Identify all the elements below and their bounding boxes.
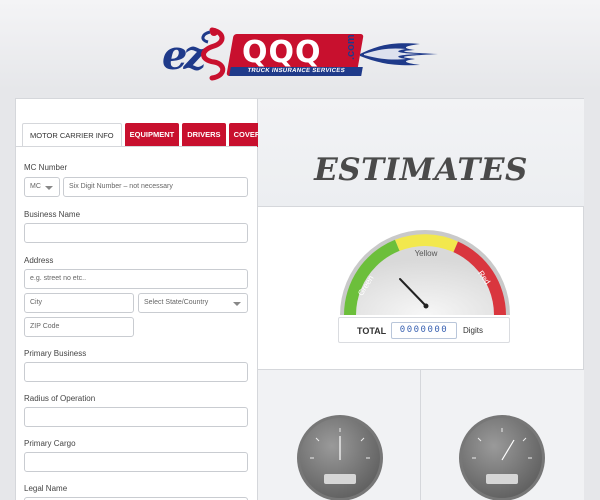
tab-motor-carrier-info[interactable]: MOTOR CARRIER INFO xyxy=(22,123,122,147)
form-tabs: MOTOR CARRIER INFO EQUIPMENT DRIVERS COV… xyxy=(22,123,287,147)
sub-gauge-left xyxy=(297,415,383,500)
logo-tagline: TRUCK INSURANCE SERVICES xyxy=(229,67,363,76)
total-display: TOTAL 0000000 Digits xyxy=(338,317,510,343)
tab-equipment[interactable]: EQUIPMENT xyxy=(124,123,180,147)
radius-of-operation-input[interactable] xyxy=(24,407,248,427)
sub-gauge-right xyxy=(459,415,545,500)
gauge-label-yellow: Yellow xyxy=(415,249,438,258)
estimates-header: ESTIMATES xyxy=(258,99,584,207)
business-name-input[interactable] xyxy=(24,223,248,243)
estimates-panel: ESTIMATES Green Yellow Red TOTAL 0000000… xyxy=(258,98,584,500)
address-label: Address xyxy=(24,256,54,265)
flames-icon xyxy=(360,43,438,66)
radius-of-operation-label: Radius of Operation xyxy=(24,394,96,403)
risk-gauge: Green Yellow Red xyxy=(340,230,510,315)
total-label: TOTAL xyxy=(357,326,387,336)
primary-business-input[interactable] xyxy=(24,362,248,382)
city-input[interactable]: City xyxy=(24,293,134,313)
estimates-title: ESTIMATES xyxy=(314,152,528,188)
primary-cargo-label: Primary Cargo xyxy=(24,439,76,448)
primary-business-label: Primary Business xyxy=(24,349,87,358)
logo-domain-suffix: .com xyxy=(345,34,357,60)
sub-gauges-area xyxy=(258,369,584,500)
carrier-form-panel: MOTOR CARRIER INFO EQUIPMENT DRIVERS COV… xyxy=(15,98,287,500)
tab-drivers[interactable]: DRIVERS xyxy=(182,123,226,147)
mc-number-label: MC Number xyxy=(24,163,68,172)
state-country-select[interactable]: Select State/Country xyxy=(138,293,248,313)
digits-unit-label: Digits xyxy=(463,326,484,335)
zip-code-input[interactable]: ZIP Code xyxy=(24,317,134,337)
sub-gauge-left-readout xyxy=(324,474,356,484)
primary-cargo-input[interactable] xyxy=(24,452,248,472)
business-name-label: Business Name xyxy=(24,210,81,219)
sub-gauge-right-readout xyxy=(486,474,518,484)
risk-gauge-area: Green Yellow Red xyxy=(258,207,584,369)
logo-brand-text: QQQ xyxy=(242,35,322,70)
legal-name-label: Legal Name xyxy=(24,484,68,493)
mc-prefix-select[interactable]: MC xyxy=(24,177,60,197)
mc-number-input[interactable]: Six Digit Number – not necessary xyxy=(63,177,248,197)
total-digits-value: 0000000 xyxy=(391,322,457,339)
tab-divider xyxy=(16,146,257,147)
street-input[interactable]: e.g. street no etc.. xyxy=(24,269,248,289)
sub-gauges xyxy=(297,415,545,500)
brand-logo[interactable]: ez QQQ .com TRUCK INSURANCE SERVICES xyxy=(160,18,440,88)
